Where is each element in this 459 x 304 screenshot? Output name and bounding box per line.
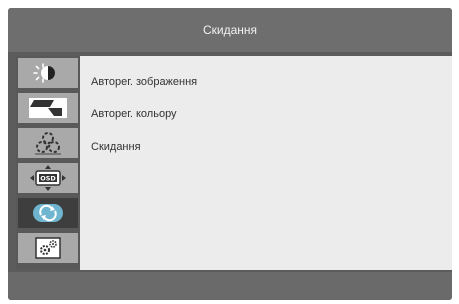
color-settings-icon [33, 130, 63, 156]
menu-item-auto-color-adjust[interactable]: Авторег. кольору [91, 108, 177, 120]
menu-content: Авторег. зображення Авторег. кольору Ски… [80, 56, 452, 270]
system-settings-icon [33, 235, 63, 261]
svg-text:OSD: OSD [40, 175, 56, 183]
sidebar-item-osd[interactable]: OSD [18, 163, 78, 193]
osd-settings-icon: OSD [28, 164, 68, 192]
brightness-contrast-icon [31, 61, 65, 85]
menu-title: Скидання [8, 8, 452, 52]
menu-item-reset[interactable]: Скидання [91, 141, 141, 153]
sidebar: OSD [16, 56, 80, 270]
reset-icon [30, 200, 66, 226]
bottom-bar [8, 272, 452, 300]
sidebar-item-reset[interactable] [18, 198, 78, 228]
sidebar-item-image[interactable] [18, 93, 78, 123]
osd-menu: Скидання OSD Авторег. зображення Авторег… [8, 8, 452, 300]
menu-item-auto-image-adjust[interactable]: Авторег. зображення [91, 76, 197, 88]
sidebar-item-brightness[interactable] [18, 58, 78, 88]
sidebar-item-system[interactable] [18, 233, 78, 263]
image-adjust-icon [28, 96, 68, 120]
sidebar-item-color[interactable] [18, 128, 78, 158]
